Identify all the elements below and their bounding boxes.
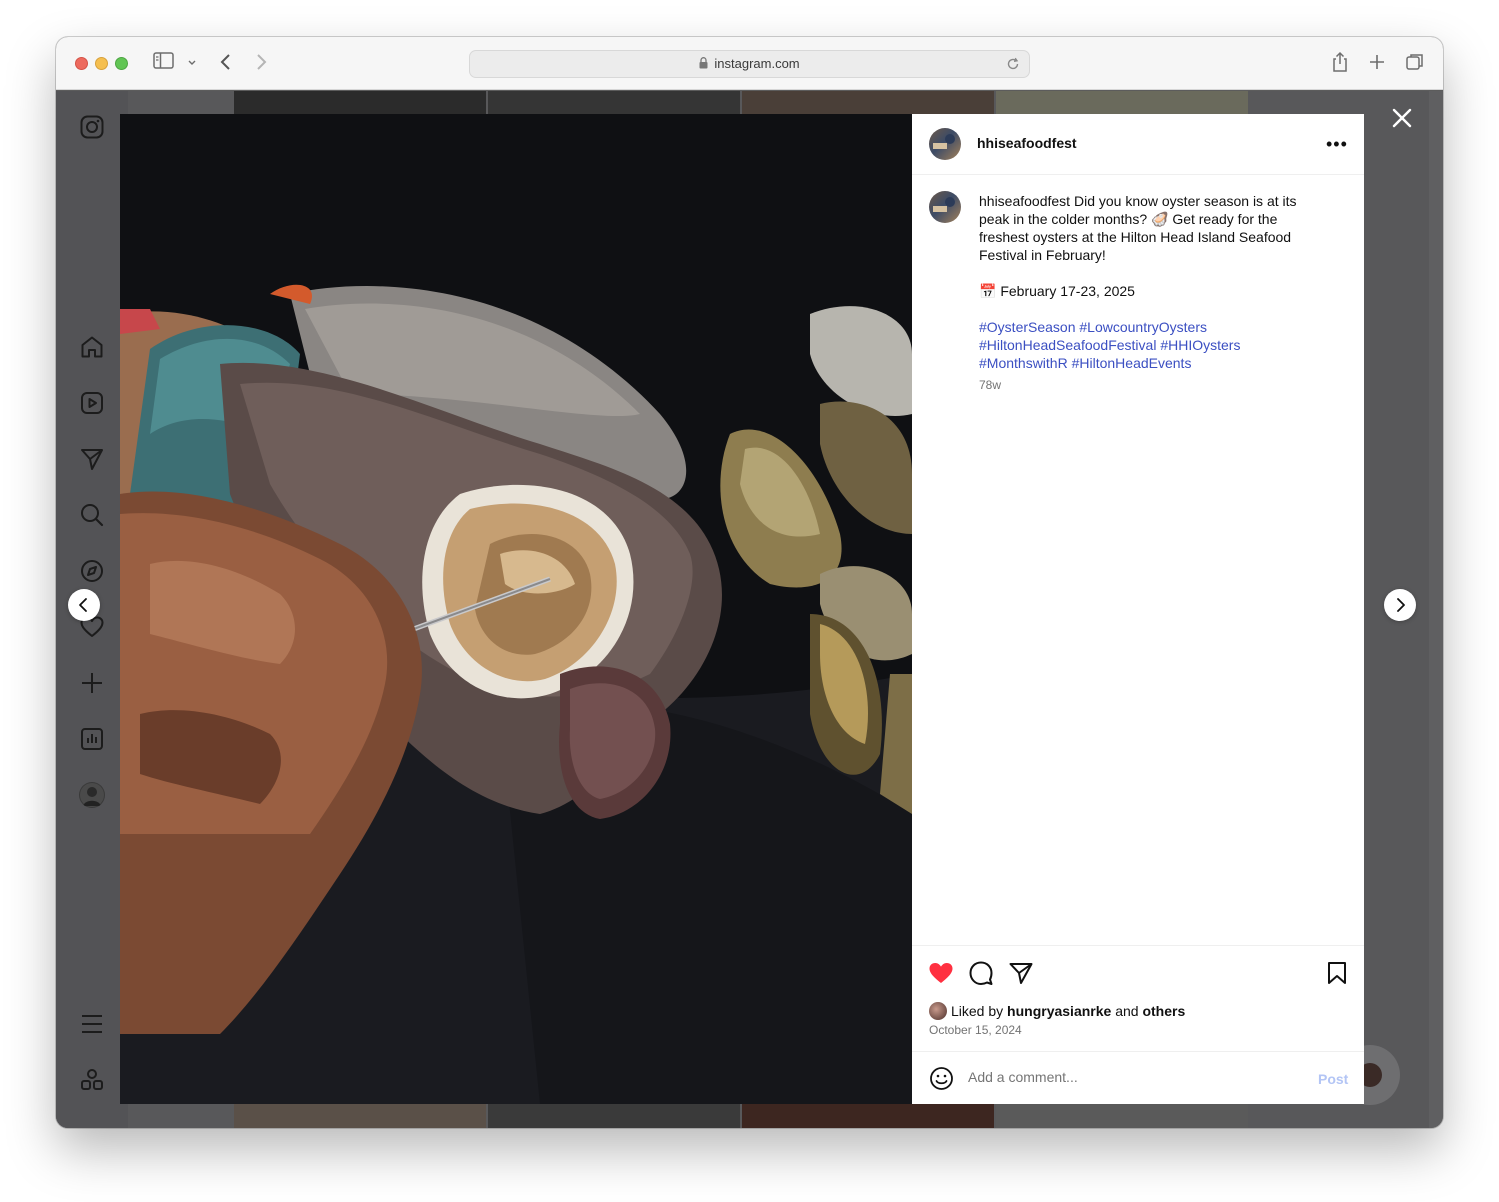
post-actions: Liked by hungryasianrke and others Octob…: [912, 945, 1364, 1051]
home-icon[interactable]: [79, 334, 105, 360]
more-options-icon[interactable]: •••: [1326, 135, 1348, 153]
heart-filled-icon[interactable]: [928, 960, 954, 986]
share-page-icon[interactable]: [1331, 51, 1349, 78]
reels-icon[interactable]: [79, 390, 105, 416]
sidebar-toggle-icon[interactable]: [153, 52, 175, 75]
oyster-shucking-image: [120, 114, 912, 1104]
grid-tile: [234, 91, 486, 115]
explore-icon[interactable]: [79, 558, 105, 584]
messages-icon[interactable]: [79, 446, 105, 472]
bookmark-icon[interactable]: [1324, 960, 1350, 986]
author-avatar[interactable]: [929, 128, 961, 160]
emoji-icon[interactable]: [929, 1066, 954, 1091]
zoom-window-button[interactable]: [115, 57, 128, 70]
page-scrollbar[interactable]: [1429, 91, 1443, 1128]
likes-others[interactable]: others: [1142, 1003, 1185, 1019]
create-icon[interactable]: [79, 670, 105, 696]
previous-post-button[interactable]: [68, 589, 100, 621]
browser-toolbar: instagram.com: [56, 37, 1443, 90]
liker-username[interactable]: hungryasianrke: [1007, 1003, 1111, 1019]
menu-icon[interactable]: [79, 1011, 105, 1037]
grid-tile: [742, 91, 994, 115]
grid-tile: [488, 1104, 740, 1128]
caption-hashtags: #OysterSeason #LowcountryOysters #Hilton…: [979, 318, 1329, 372]
instagram-logo-icon[interactable]: [79, 114, 105, 140]
search-icon[interactable]: [79, 502, 105, 528]
post-date: October 15, 2024: [929, 1023, 1022, 1037]
hashtag-link[interactable]: #LowcountryOysters: [1079, 319, 1207, 335]
next-post-button[interactable]: [1384, 589, 1416, 621]
post-modal: hhiseafoodfest ••• hhiseafoodfest Did yo…: [120, 114, 1364, 1104]
insights-icon[interactable]: [79, 726, 105, 752]
hashtag-link[interactable]: #HHIOysters: [1160, 337, 1240, 353]
share-icon[interactable]: [1008, 960, 1034, 986]
reload-icon[interactable]: [1005, 55, 1021, 82]
hashtag-link[interactable]: #HiltonHeadSeafoodFestival: [979, 337, 1156, 353]
tab-overview-icon[interactable]: [1405, 52, 1425, 77]
caption-date-line: 📅 February 17-23, 2025: [979, 283, 1135, 299]
apps-icon[interactable]: [79, 1067, 105, 1093]
grid-tile: [234, 1104, 486, 1128]
post-photo[interactable]: [120, 114, 912, 1104]
likes-summary[interactable]: Liked by hungryasianrke and others: [929, 1002, 1185, 1020]
post-details-panel: hhiseafoodfest ••• hhiseafoodfest Did yo…: [912, 114, 1364, 1104]
grid-tile: [488, 91, 740, 115]
minimize-window-button[interactable]: [95, 57, 108, 70]
chevron-down-icon[interactable]: [187, 53, 197, 76]
post-comment-button[interactable]: Post: [1318, 1071, 1348, 1087]
close-icon[interactable]: [1391, 107, 1413, 129]
caption-avatar[interactable]: [929, 191, 961, 223]
lock-icon: [699, 52, 708, 78]
caption-username[interactable]: hhiseafoodfest: [979, 193, 1070, 209]
url-text: instagram.com: [714, 56, 800, 71]
grid-tile: [996, 91, 1248, 115]
page-viewport: hhiseafoodfest ••• hhiseafoodfest Did yo…: [56, 91, 1429, 1128]
post-age[interactable]: 78w: [979, 378, 1001, 392]
forward-icon[interactable]: [254, 52, 268, 77]
comment-icon[interactable]: [968, 960, 994, 986]
close-window-button[interactable]: [75, 57, 88, 70]
likes-prefix: Liked by: [951, 1003, 1004, 1019]
back-icon[interactable]: [219, 52, 233, 77]
address-bar[interactable]: instagram.com: [469, 50, 1030, 78]
profile-avatar[interactable]: [79, 782, 105, 808]
new-tab-icon[interactable]: [1368, 52, 1386, 77]
hashtag-link[interactable]: #HiltonHeadEvents: [1072, 355, 1192, 371]
post-header: hhiseafoodfest •••: [912, 114, 1364, 175]
comment-bar: Post: [912, 1051, 1364, 1104]
author-username[interactable]: hhiseafoodfest: [977, 135, 1077, 151]
grid-tile: [996, 1104, 1248, 1128]
grid-tile: [742, 1104, 994, 1128]
liker-avatar: [929, 1002, 947, 1020]
browser-window: instagram.com hhiseafoodfest ••• hhiseaf…: [56, 37, 1443, 1128]
hashtag-link[interactable]: #OysterSeason: [979, 319, 1076, 335]
likes-and: and: [1115, 1003, 1139, 1019]
post-caption: hhiseafoodfest Did you know oyster seaso…: [979, 192, 1329, 372]
comment-input[interactable]: [968, 1069, 1288, 1085]
hashtag-link[interactable]: #MonthswithR: [979, 355, 1068, 371]
